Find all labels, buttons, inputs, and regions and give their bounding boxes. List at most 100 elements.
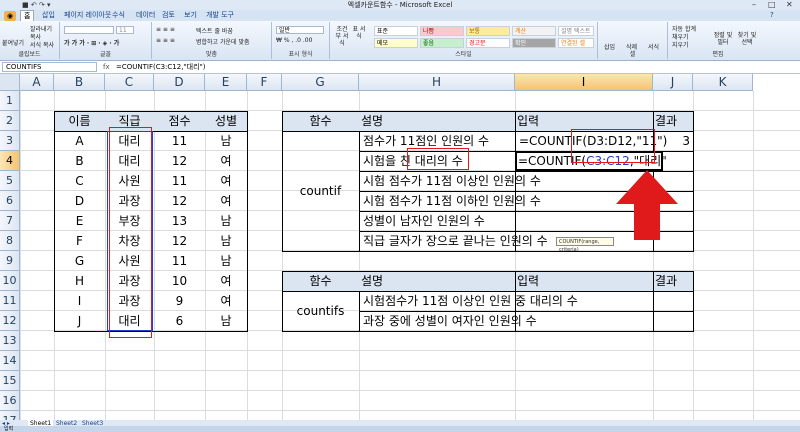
tab-page-layout[interactable]: 페이지 레이아웃 xyxy=(64,10,111,21)
align-icon[interactable]: ≡ ≡ ≡ xyxy=(156,37,175,44)
row-header-12[interactable]: 12 xyxy=(0,311,20,331)
delete-cells-button[interactable]: 삭제 xyxy=(626,42,637,51)
row-header-9[interactable]: 9 xyxy=(0,251,20,271)
row-header-4[interactable]: 4 xyxy=(0,151,20,171)
table2-desc-cell: 성별이 남자인 인원의 수 xyxy=(363,214,485,228)
table1-cell: F xyxy=(76,234,83,248)
style-linked[interactable]: 연결된 셀 xyxy=(558,38,594,48)
tab-view[interactable]: 보기 xyxy=(184,10,197,21)
style-check[interactable]: 확인 xyxy=(512,38,556,48)
status-mode: 입력 xyxy=(4,426,14,432)
style-warning[interactable]: 경고문 xyxy=(466,38,510,48)
bold-icon[interactable]: 가 가 가 · ⊞ · ◈ · 가 xyxy=(64,38,119,47)
tab-formulas[interactable]: 수식 xyxy=(112,10,125,21)
format-painter-button[interactable]: 서식 복사 xyxy=(30,40,54,49)
style-bad[interactable]: 나쁨 xyxy=(420,26,464,36)
column-header-E[interactable]: E xyxy=(205,74,247,91)
row-header-16[interactable]: 16 xyxy=(0,391,20,411)
row-header-6[interactable]: 6 xyxy=(0,191,20,211)
table3-desc-cell: 시험점수가 11점 이상인 인원 중 대리의 수 xyxy=(363,294,578,308)
maximize-icon[interactable]: □ xyxy=(768,0,776,10)
office-button[interactable]: ◉ xyxy=(4,11,16,21)
row-header-3[interactable]: 3 xyxy=(0,131,20,151)
table2-result-cell: 3 xyxy=(682,134,690,148)
column-header-B[interactable]: B xyxy=(54,74,105,91)
style-calculation[interactable]: 계산 xyxy=(512,26,556,36)
clear-button[interactable]: 지우기 xyxy=(672,40,689,49)
sort-filter-button[interactable]: 정렬 및 필터 xyxy=(712,32,734,46)
wrap-text-button[interactable]: 텍스트 줄 바꿈 xyxy=(196,26,233,35)
insert-cells-button[interactable]: 삽입 xyxy=(604,42,615,51)
table3-col-line xyxy=(653,271,654,331)
row-header-17[interactable]: 17 xyxy=(0,411,20,420)
table3-desc-cell: 과장 중에 성별이 여자인 인원의 수 xyxy=(363,314,537,328)
table1-header-cell: 성별 xyxy=(214,114,238,128)
row-header-2[interactable]: 2 xyxy=(0,111,20,131)
format-cells-button[interactable]: 서식 xyxy=(648,42,659,51)
table1-cell: 11 xyxy=(171,134,188,148)
font-name-select[interactable] xyxy=(64,26,114,34)
row-header-5[interactable]: 5 xyxy=(0,171,20,191)
style-normal[interactable]: 표준 xyxy=(374,26,418,36)
formula-input[interactable]: =COUNTIF(C3:C12,"대리") xyxy=(116,61,206,73)
help-icon[interactable]: ? xyxy=(770,10,774,21)
table3-header-cell: 입력 xyxy=(517,274,540,288)
column-header-C[interactable]: C xyxy=(105,74,154,91)
worksheet[interactable]: ABCDEFGHIJK1234567891011121314151617이름직급… xyxy=(0,74,800,420)
row-header-13[interactable]: 13 xyxy=(0,331,20,351)
fx-icon[interactable]: fx xyxy=(103,61,110,73)
font-size-select[interactable]: 11 xyxy=(116,26,134,34)
table1-cell: 11 xyxy=(171,254,188,268)
style-explanatory[interactable]: 설명 텍스트 xyxy=(558,26,594,36)
currency-icon[interactable]: ₩ % , .0 .00 xyxy=(276,37,312,44)
column-header-H[interactable]: H xyxy=(359,74,515,91)
conditional-format-button[interactable]: 조건부 서식 xyxy=(334,26,350,47)
align-icon[interactable]: ≡ ≡ ≡ xyxy=(156,26,175,33)
table1-cell: 9 xyxy=(175,294,184,308)
table1-cell: 남 xyxy=(220,134,232,148)
tab-review[interactable]: 검토 xyxy=(162,10,175,21)
merge-center-button[interactable]: 병합하고 가운데 맞춤 xyxy=(196,37,250,46)
group-cells: 삽입 삭제 서식 셀 xyxy=(598,22,668,59)
row-header-15[interactable]: 15 xyxy=(0,371,20,391)
column-header-G[interactable]: G xyxy=(282,74,359,91)
format-as-table-button[interactable]: 표 서식 xyxy=(352,26,366,40)
group-number: 일반 ₩ % , .0 .00 표시 형식 xyxy=(272,22,330,59)
minimize-icon[interactable]: – xyxy=(752,0,756,10)
style-neutral[interactable]: 보통 xyxy=(466,26,510,36)
highlight-box-desc xyxy=(407,148,469,170)
tab-home[interactable]: 홈 xyxy=(20,10,35,21)
name-box[interactable]: COUNTIFS xyxy=(2,62,97,72)
row-header-8[interactable]: 8 xyxy=(0,231,20,251)
formula-bar: COUNTIFS fx =COUNTIF(C3:C12,"대리") xyxy=(0,61,800,74)
tab-insert[interactable]: 삽입 xyxy=(42,10,55,21)
row-header-11[interactable]: 11 xyxy=(0,291,20,311)
style-note[interactable]: 메모 xyxy=(374,38,418,48)
select-all-corner[interactable] xyxy=(0,74,20,91)
ribbon-tabs: ◉ 홈 삽입 페이지 레이아웃 수식 데이터 검토 보기 개발 도구 ? xyxy=(0,10,800,21)
title-bar: ■ ↶ ↷ ▾ 엑셀카운트함수 - Microsoft Excel – □ ✕ xyxy=(0,0,800,10)
number-format-select[interactable]: 일반 xyxy=(276,26,324,34)
column-header-J[interactable]: J xyxy=(653,74,693,91)
column-header-A[interactable]: A xyxy=(20,74,54,91)
close-icon[interactable]: ✕ xyxy=(786,0,793,10)
row-header-1[interactable]: 1 xyxy=(0,91,20,111)
column-header-I[interactable]: I xyxy=(515,74,653,91)
gridline xyxy=(20,350,800,351)
table2-header-cell: 입력 xyxy=(517,114,540,128)
table1-cell: B xyxy=(75,154,84,168)
tab-developer[interactable]: 개발 도구 xyxy=(206,10,234,21)
column-header-D[interactable]: D xyxy=(154,74,205,91)
tab-data[interactable]: 데이터 xyxy=(136,10,155,21)
paste-button[interactable]: 붙여넣기 xyxy=(2,38,24,47)
column-header-K[interactable]: K xyxy=(693,74,753,91)
column-header-F[interactable]: F xyxy=(247,74,282,91)
row-header-7[interactable]: 7 xyxy=(0,211,20,231)
find-select-button[interactable]: 찾기 및 선택 xyxy=(736,32,758,46)
style-good[interactable]: 좋음 xyxy=(420,38,464,48)
row-header-14[interactable]: 14 xyxy=(0,351,20,371)
row-header-10[interactable]: 10 xyxy=(0,271,20,291)
table1-cell: 여 xyxy=(220,174,232,188)
table2-desc-cell: 직급 글자가 장으로 끝나는 인원의 수 xyxy=(363,234,548,248)
table3-header-cell: 결과 xyxy=(655,274,678,288)
